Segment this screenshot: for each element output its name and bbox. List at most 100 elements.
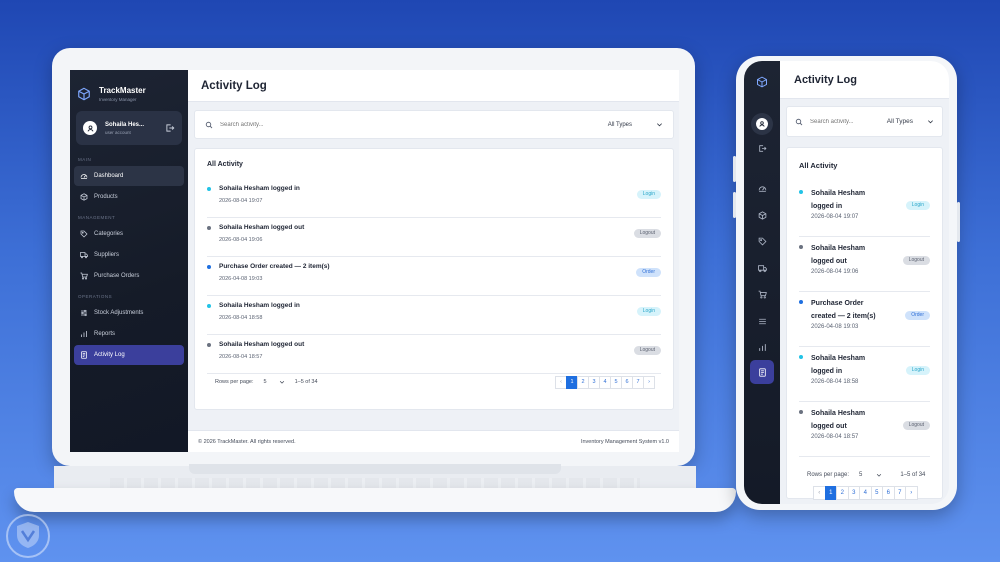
activity-list: All Activity Sohaila Hesham logged in 20…: [194, 148, 674, 410]
status-dot: [207, 304, 211, 308]
status-dot: [799, 245, 803, 249]
list-item[interactable]: Sohaila Hesham logged in 2026-08-04 18:58…: [799, 347, 930, 402]
type-filter-value: All Types: [607, 121, 632, 128]
mobile-search-bar: All Types: [786, 106, 943, 137]
status-badge: Logout: [633, 346, 661, 355]
activity-text: Purchase Order created — 2 item(s): [219, 263, 330, 270]
laptop-hinge: [189, 464, 561, 474]
page-buttons: ‹ 1 2 3 4 5 6 7 ›: [555, 375, 655, 389]
box-icon: [80, 193, 88, 201]
sidebar-item-label: Purchase Orders: [94, 273, 140, 279]
status-badge: Logout: [633, 229, 661, 238]
user-role: user account: [105, 129, 131, 135]
box-icon[interactable]: [755, 208, 769, 222]
page-range: 1–5 of 34: [294, 379, 318, 385]
sidebar-item-purchase-orders[interactable]: Purchase Orders: [74, 266, 184, 286]
mobile-page-title: Activity Log: [780, 61, 949, 99]
page-title: Activity Log: [188, 70, 679, 102]
status-dot: [799, 300, 803, 304]
activity-text: Sohaila Hesham logged in: [811, 355, 866, 375]
activity-text: Sohaila Hesham logged out: [811, 245, 866, 265]
sliders-icon[interactable]: [755, 314, 769, 328]
truck-icon: [80, 252, 88, 259]
activity-time: 2026-08-04 19:06: [219, 237, 263, 243]
activity-time: 2026-08-04 19:07: [811, 214, 859, 220]
cube-logo-icon: [78, 87, 90, 100]
document-icon: [81, 351, 87, 359]
document-icon[interactable]: [755, 365, 769, 379]
section-label-main: MAIN: [78, 157, 92, 162]
section-label-management: MANAGEMENT: [78, 215, 116, 220]
user-avatar-icon: [83, 121, 97, 135]
status-dot: [207, 187, 211, 191]
sidebar-item-suppliers[interactable]: Suppliers: [74, 245, 184, 265]
search-input[interactable]: [220, 121, 520, 128]
sidebar-item-categories[interactable]: Categories: [74, 224, 184, 244]
tag-icon[interactable]: [755, 234, 769, 248]
brand-subtitle: Inventory Manager: [99, 96, 137, 102]
activity-time: 2026-08-04 19:06: [811, 269, 859, 275]
status-dot: [799, 410, 803, 414]
rows-per-page-label: Rows per page:: [215, 379, 254, 385]
user-card[interactable]: Sohaila Hes... user account: [76, 111, 182, 145]
bar-chart-icon[interactable]: [755, 340, 769, 354]
sidebar-item-products[interactable]: Products: [74, 187, 184, 207]
truck-icon[interactable]: [755, 261, 769, 275]
next-page-button[interactable]: ›: [905, 486, 918, 500]
sidebar-item-label: Dashboard: [94, 173, 124, 179]
list-item[interactable]: Sohaila Hesham logged out 2026-08-04 18:5…: [799, 402, 930, 457]
activity-text: Purchase Order created — 2 item(s): [811, 300, 876, 320]
brand: TrackMaster Inventory Manager: [70, 70, 188, 108]
next-page-button[interactable]: ›: [643, 375, 655, 389]
brand-title: TrackMaster: [99, 85, 146, 95]
logout-icon[interactable]: [755, 141, 769, 155]
chevron-down-icon: [657, 123, 662, 127]
status-badge: Order: [905, 311, 930, 320]
user-avatar-icon[interactable]: [751, 113, 773, 135]
phone-side-button: [733, 156, 736, 182]
dashboard-icon[interactable]: [755, 181, 769, 195]
activity-time: 2026-08-04 19:07: [219, 198, 263, 204]
dashboard-icon: [80, 174, 88, 179]
sidebar-item-reports[interactable]: Reports: [74, 324, 184, 344]
sidebar-item-stock-adjustments[interactable]: Stock Adjustments: [74, 303, 184, 323]
mobile-type-filter-select[interactable]: All Types: [887, 118, 934, 125]
list-item[interactable]: Sohaila Hesham logged in 2026-08-04 19:07…: [799, 182, 930, 237]
list-item[interactable]: Purchase Order created — 2 item(s) 2026-…: [207, 257, 661, 296]
sidebar-item-label: Reports: [94, 331, 116, 337]
sidebar-item-label: Categories: [94, 231, 124, 237]
sidebar-item-dashboard[interactable]: Dashboard: [74, 166, 184, 186]
mobile-sidebar-rail: [744, 61, 780, 504]
laptop-keys: [110, 478, 640, 488]
rows-per-page-label: Rows per page:: [807, 472, 850, 478]
list-item[interactable]: Sohaila Hesham logged in 2026-08-04 19:0…: [207, 179, 661, 218]
rows-per-page-select[interactable]: 5: [859, 472, 882, 478]
status-dot: [207, 226, 211, 230]
footer-version: Inventory Management System v1.0: [580, 438, 669, 445]
mobile-pagination: Rows per page: 5 1–5 of 34: [807, 472, 934, 478]
status-badge: Login: [905, 366, 930, 375]
cube-logo-icon: [755, 75, 769, 89]
list-item[interactable]: Purchase Order created — 2 item(s) 2026-0…: [799, 292, 930, 347]
mobile-activity-list: All Activity Sohaila Hesham logged in 202…: [786, 147, 943, 500]
list-item[interactable]: Sohaila Hesham logged out 2026-08-04 18:…: [207, 335, 661, 374]
shield-logo-icon: [6, 514, 50, 558]
sidebar-item-label: Suppliers: [94, 252, 120, 258]
pagination: Rows per page: 5 1–5 of 34 ‹ 1 2 3 4 5 6…: [215, 375, 655, 389]
mobile-search-input[interactable]: [810, 118, 862, 125]
laptop-bottom-edge: [14, 488, 736, 512]
chevron-down-icon: [877, 473, 882, 477]
cart-icon[interactable]: [755, 287, 769, 301]
rows-per-page-select[interactable]: 5: [264, 379, 285, 385]
list-item[interactable]: Sohaila Hesham logged in 2026-08-04 18:5…: [207, 296, 661, 335]
type-filter-select[interactable]: All Types: [608, 121, 663, 128]
sidebar-item-activity-log[interactable]: Activity Log: [74, 345, 184, 365]
sidebar-item-label: Products: [94, 194, 118, 200]
list-item[interactable]: Sohaila Hesham logged out 2026-08-04 19:0…: [799, 237, 930, 292]
footer: © 2026 TrackMaster. All rights reserved.…: [188, 430, 679, 452]
sidebar-item-label: Activity Log: [94, 352, 125, 358]
logout-icon[interactable]: [165, 123, 175, 133]
activity-text: Sohaila Hesham logged in: [219, 302, 300, 309]
list-item[interactable]: Sohaila Hesham logged out 2026-08-04 19:…: [207, 218, 661, 257]
rows-per-page-value: 5: [859, 472, 863, 478]
